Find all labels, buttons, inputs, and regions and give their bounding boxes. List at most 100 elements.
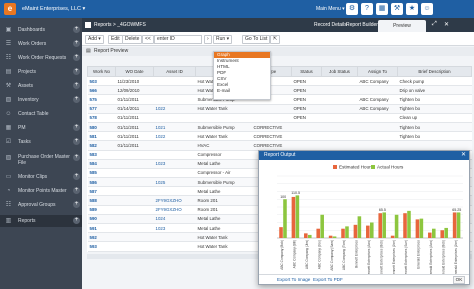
- expand-icon[interactable]: +: [73, 173, 80, 180]
- open-external-icon[interactable]: ⇱: [270, 35, 281, 44]
- table-row[interactable]: 56612/09/2010Hot Water TankOPENDrip on v…: [87, 85, 472, 96]
- table-row[interactable]: 582 01/11/2011 HVAC CORRECTIVE: [87, 140, 472, 151]
- run-menu-email[interactable]: E-mail: [214, 88, 270, 94]
- table-cell: [321, 85, 358, 96]
- emaint-logo[interactable]: e: [4, 3, 16, 15]
- table-row[interactable]: 57501/11/2011Submersible PumpOPENABC Com…: [87, 94, 472, 105]
- sidebar-item-approval-groups[interactable]: ☷ Approval Groups +: [0, 199, 82, 211]
- sidebar-item-work-order-requests[interactable]: ☷ Work Order Requests +: [0, 52, 82, 64]
- expand-icon[interactable]: +: [73, 124, 80, 131]
- expand-icon[interactable]: +: [73, 26, 80, 33]
- sidebar-item-purchase-order-master-file[interactable]: ▨ Purchase Order Master File +: [0, 152, 82, 168]
- sidebar-item-inventory[interactable]: ▧ Inventory +: [0, 94, 82, 106]
- work-no-link[interactable]: 587: [87, 186, 116, 197]
- folder-icon: ▤: [5, 69, 12, 75]
- work-no-link[interactable]: 584: [87, 159, 116, 169]
- previous-record-button[interactable]: <<: [142, 35, 154, 44]
- expand-icon[interactable]: +: [73, 68, 80, 75]
- col-asset-id[interactable]: Asset ID: [153, 66, 196, 77]
- work-no-link[interactable]: 583: [87, 150, 116, 160]
- work-no-link[interactable]: 590: [87, 214, 116, 225]
- sidebar-item-contact-table[interactable]: ☺ Contact Table: [0, 108, 82, 120]
- gear-icon[interactable]: ⚙: [346, 3, 358, 15]
- table-cell: 01/11/2011: [115, 140, 154, 151]
- expand-icon[interactable]: +: [73, 217, 80, 224]
- expand-icon[interactable]: +: [73, 187, 80, 194]
- col-assign-to[interactable]: Assign To: [357, 66, 398, 77]
- expand-icon[interactable]: +: [73, 96, 80, 103]
- work-no-link[interactable]: 575: [87, 94, 116, 105]
- work-no-link[interactable]: 585: [87, 168, 116, 179]
- expand-icon[interactable]: +: [73, 82, 80, 89]
- work-no-link[interactable]: 581: [87, 131, 116, 142]
- work-no-link[interactable]: 592: [87, 232, 116, 243]
- table-row[interactable]: 580 01/11/2011 1021 Submersible Pump CORRECT…: [87, 122, 472, 133]
- sidebar-item-pm[interactable]: ▦ PM +: [0, 122, 82, 134]
- table-row[interactable]: 581 01/11/2011 1022 Hot Water Tank CORRECTIV…: [87, 131, 472, 142]
- sidebar-item-tasks[interactable]: ☑ Tasks +: [0, 136, 82, 148]
- table-row[interactable]: 577 01/14/2011 1022 Hot Water Tank OPEN ABC C…: [87, 104, 472, 114]
- help-icon[interactable]: ?: [361, 3, 373, 15]
- work-no-link[interactable]: 566: [87, 85, 116, 96]
- work-no-link[interactable]: 580: [87, 122, 116, 133]
- work-no-link[interactable]: 578: [87, 113, 116, 123]
- expand-icon[interactable]: +: [73, 54, 80, 61]
- expand-icon[interactable]: +: [73, 154, 80, 161]
- work-no-link[interactable]: 582: [87, 140, 116, 151]
- sidebar-item-work-orders[interactable]: ☰ Work Orders +: [0, 38, 82, 50]
- ok-button[interactable]: OK: [453, 276, 465, 284]
- tab-preview[interactable]: Preview: [378, 20, 426, 32]
- work-no-link[interactable]: 588: [87, 195, 116, 206]
- goto-list-button[interactable]: Go To List: [242, 35, 271, 44]
- star-icon[interactable]: ★: [406, 3, 418, 15]
- add-button[interactable]: Add ▾: [85, 35, 104, 44]
- col-status[interactable]: Status: [291, 66, 322, 77]
- company-name[interactable]: eMaint Enterprises, LLC ▾: [22, 6, 85, 12]
- sidebar-item-dashboards[interactable]: ▣ Dashboards +: [0, 24, 82, 36]
- delete-button[interactable]: Delete: [122, 35, 143, 44]
- sidebar-item-assets[interactable]: ⚒ Assets +: [0, 80, 82, 92]
- col-wo-date[interactable]: WO Date: [115, 66, 154, 77]
- sidebar-item-monitor-points-master[interactable]: ◔ Monitor Points Master +: [0, 185, 82, 197]
- export-to-image-link[interactable]: Export To Image: [277, 275, 310, 285]
- work-no-link[interactable]: 577: [87, 104, 116, 114]
- work-no-link[interactable]: 589: [87, 205, 116, 215]
- edit-button[interactable]: Edit: [108, 35, 123, 44]
- run-menu: Graph Instrument HTML PDF CSV Excel E-ma…: [213, 51, 271, 100]
- sidebar-item-projects[interactable]: ▤ Projects +: [0, 66, 82, 78]
- expand-icon[interactable]: +: [73, 138, 80, 145]
- tab-report-builder[interactable]: Report Builder: [346, 22, 378, 28]
- export-to-pdf-link[interactable]: Export To PDF: [313, 275, 343, 285]
- sidebar-item-label: Projects: [18, 69, 37, 75]
- table-row[interactable]: 50311/23/2010Hot Water TankOPENABC Compa…: [87, 76, 472, 87]
- sidebar-item-monitor-clips[interactable]: ▭ Monitor Clips +: [0, 171, 82, 183]
- tab-record-details[interactable]: Record Details: [314, 22, 347, 28]
- work-no-link[interactable]: 593: [87, 241, 116, 252]
- calendar-icon[interactable]: ▦: [376, 3, 388, 15]
- user-icon[interactable]: ☺: [421, 3, 433, 15]
- expand-icon[interactable]: +: [73, 201, 80, 208]
- work-no-link[interactable]: 503: [87, 76, 116, 87]
- close-icon[interactable]: ✕: [444, 21, 449, 28]
- expand-icon[interactable]: +: [73, 40, 80, 47]
- bar-estimated: [440, 230, 444, 238]
- expand-window-icon[interactable]: ⤢: [432, 21, 437, 28]
- bar-estimated: [316, 228, 320, 238]
- breadcrumb[interactable]: Reports > _4GOWMFS: [94, 22, 146, 28]
- sidebar: ▣ Dashboards + ☰ Work Orders + ☷ Work Order R…: [0, 18, 82, 289]
- record-id-input[interactable]: enter ID: [154, 35, 202, 44]
- work-no-link[interactable]: 586: [87, 177, 116, 188]
- col-job-status[interactable]: Job Status: [321, 66, 358, 77]
- tools-icon[interactable]: ⚒: [391, 3, 403, 15]
- run-button[interactable]: Run ▾: [213, 35, 233, 44]
- table-cell: Tighten bo: [397, 94, 472, 105]
- col-work-no[interactable]: Work No: [87, 66, 116, 77]
- table-cell: CORRECTIVE: [251, 122, 292, 133]
- sidebar-item-reports[interactable]: ▥ Reports +: [0, 215, 82, 227]
- col-brief-description[interactable]: Brief Description: [397, 66, 472, 77]
- main-menu-button[interactable]: Main Menu ▾: [316, 6, 345, 12]
- next-record-icon[interactable]: ›: [204, 35, 212, 44]
- table-row[interactable]: 578 01/11/2011 OPEN Clean up: [87, 113, 472, 123]
- work-no-link[interactable]: 591: [87, 223, 116, 234]
- close-icon[interactable]: ✕: [461, 151, 466, 160]
